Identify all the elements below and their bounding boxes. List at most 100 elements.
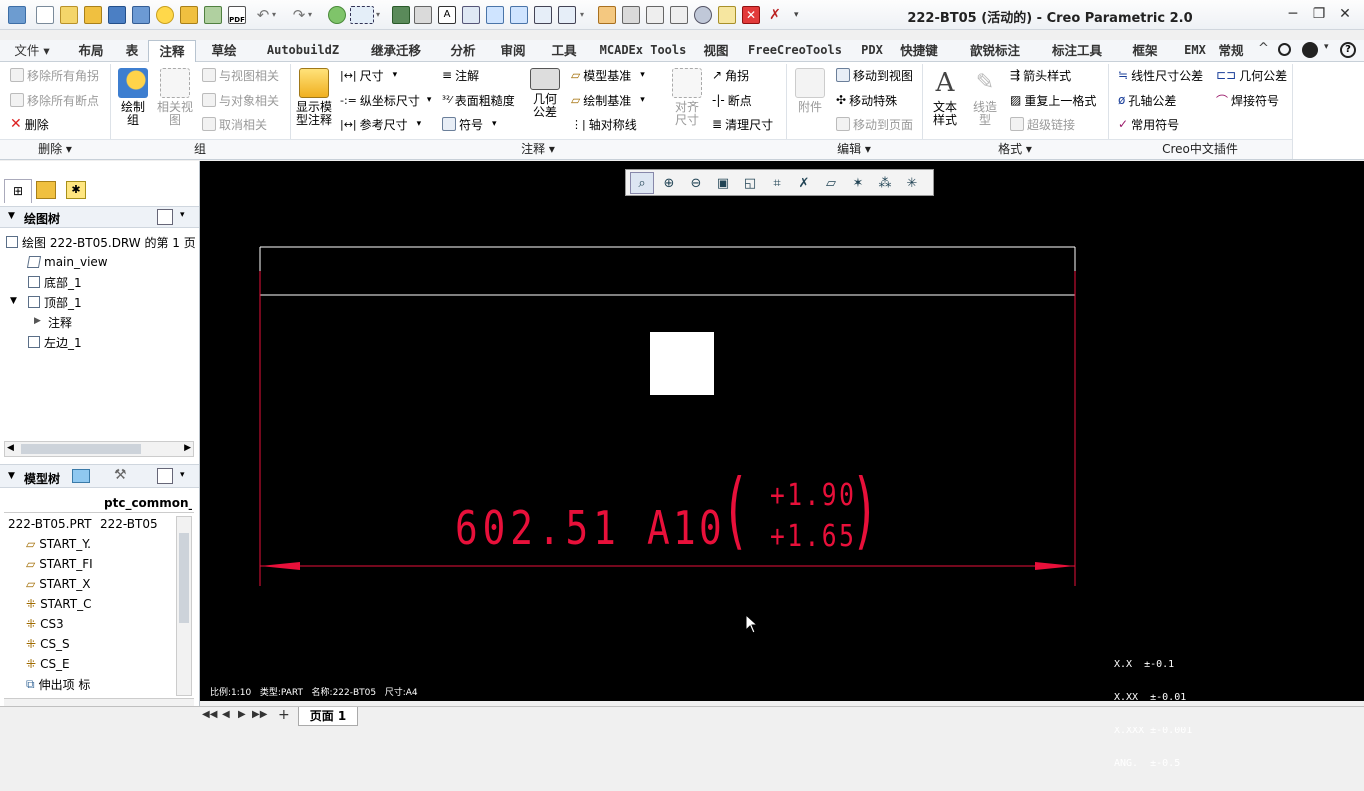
gear-wheel-icon[interactable]	[694, 6, 712, 24]
model-tree-item[interactable]: ▱ START_FI	[26, 555, 98, 573]
drawing-tree-dropdown-icon[interactable]: ▾	[180, 210, 185, 220]
ordinate-dimension-button[interactable]: -:= 纵坐标尺寸 ▾	[340, 90, 431, 110]
note-button[interactable]: ≡ 注解	[442, 65, 479, 85]
tab-table[interactable]: 表	[118, 40, 146, 62]
pdf-icon[interactable]: PDF	[228, 6, 246, 24]
tab-mcadex[interactable]: MCADEx Tools	[590, 40, 696, 62]
customize-dropdown-icon[interactable]: ▾	[794, 6, 806, 24]
email-icon[interactable]	[718, 6, 736, 24]
hyperlink-button[interactable]: 超级链接	[1010, 114, 1075, 134]
copy-icon[interactable]	[646, 6, 664, 24]
tab-view[interactable]: 视图	[700, 40, 732, 62]
next-page-icon[interactable]: ▶	[238, 709, 246, 720]
model-datum-dropdown-icon[interactable]: ▾	[640, 70, 645, 80]
tab-freecreotools[interactable]: FreeCreoTools	[738, 40, 852, 62]
group-edit[interactable]: 编辑 ▾	[786, 139, 922, 159]
linear-tolerance-button[interactable]: ≒ 线性尺寸公差	[1118, 65, 1203, 85]
model-tree-collapse-icon[interactable]: ▼	[8, 471, 15, 481]
move-to-page-button[interactable]: 移动到页面	[836, 114, 913, 134]
scroll-thumb[interactable]	[179, 533, 189, 623]
gtol-button[interactable]: 几何 公差	[528, 68, 562, 119]
hole-tolerance-button[interactable]: ø 孔轴公差	[1118, 90, 1176, 110]
open-icon[interactable]	[84, 6, 102, 24]
tree-item-notes[interactable]: 注释	[48, 313, 72, 331]
symbol-dropdown-icon[interactable]: ▾	[492, 119, 497, 129]
line-style-button[interactable]: ✎ 线造 型	[966, 68, 1004, 127]
windows-dropdown-icon[interactable]: ▾	[580, 6, 590, 24]
new-group-icon[interactable]	[60, 6, 78, 24]
tab-frame[interactable]: 框架	[1126, 40, 1164, 62]
scroll-right-icon[interactable]: ▶	[184, 443, 191, 453]
dimension-button[interactable]: |↔| 尺寸 ▾	[340, 65, 397, 85]
unrelate-button[interactable]: 取消相关	[202, 114, 267, 134]
attach-button[interactable]: 附件	[790, 68, 830, 114]
dimension-dropdown-icon[interactable]: ▾	[393, 70, 398, 80]
model-tree-settings-icon[interactable]	[157, 468, 173, 484]
undo-icon[interactable]: ↶	[254, 6, 272, 24]
group-delete[interactable]: 删除 ▾	[0, 139, 110, 159]
expand-notes-icon[interactable]: ▶	[34, 316, 41, 326]
relate-object-button[interactable]: 与对象相关	[202, 90, 279, 110]
tab-file[interactable]: 文件 ▾	[6, 40, 58, 62]
arrow-style-button[interactable]: ⇶ 箭头样式	[1010, 65, 1071, 85]
help-icon[interactable]	[1302, 42, 1318, 58]
draw-datum-button[interactable]: ▱ 绘制基准 ▾	[571, 90, 645, 110]
model-tree-item[interactable]: ▱ START_X	[26, 575, 98, 593]
model-tree-item[interactable]: ⧉ 伸出项 标	[26, 675, 98, 693]
model-tree-root[interactable]: 222-BT05.PRT	[8, 515, 91, 533]
help-dropdown-icon[interactable]: ▾	[1324, 42, 1329, 52]
printer-icon[interactable]	[414, 6, 432, 24]
print2-icon[interactable]	[622, 6, 640, 24]
app-icon[interactable]	[8, 6, 26, 24]
tree-item-left[interactable]: 左边_1	[28, 333, 82, 351]
model-tree-tab-icon[interactable]: ⊞	[4, 179, 32, 203]
symbol-button[interactable]: 符号 ▾	[442, 114, 497, 134]
text-style-button[interactable]: A 文本 样式	[926, 68, 964, 127]
windows-icon[interactable]	[558, 6, 576, 24]
common-symbol-button[interactable]: ✓ 常用符号	[1118, 114, 1179, 134]
regenerate-icon[interactable]	[328, 6, 346, 24]
tools-icon[interactable]: ✗	[766, 6, 784, 24]
drawing-tree-collapse-icon[interactable]: ▼	[8, 211, 15, 221]
refresh-icon[interactable]	[486, 6, 504, 24]
remove-angles-button[interactable]: 移除所有角拐	[10, 65, 99, 85]
tab-autobuildz[interactable]: AutobuildZ	[254, 40, 352, 62]
weld-symbol-button[interactable]: ⌒ 焊接符号	[1216, 90, 1279, 110]
model-tree-item[interactable]: ⁜ CS3	[26, 615, 64, 633]
export-icon[interactable]	[204, 6, 222, 24]
align-dimensions-button[interactable]: 对齐 尺寸	[668, 68, 706, 127]
corner-button[interactable]: ↗ 角拐	[712, 65, 749, 85]
table-icon[interactable]	[462, 6, 480, 24]
move-special-button[interactable]: ✣ 移动特殊	[836, 90, 897, 110]
group-format[interactable]: 格式 ▾	[922, 139, 1108, 159]
draw-datum-dropdown-icon[interactable]: ▾	[640, 95, 645, 105]
redo-dropdown-icon[interactable]: ▾	[308, 6, 318, 24]
tab-pdx[interactable]: PDX	[856, 40, 888, 62]
folder-browser-tab-icon[interactable]	[36, 181, 56, 199]
move-to-view-button[interactable]: 移动到视图	[836, 65, 913, 85]
graphics-window[interactable]: ⌕ ⊕ ⊖ ▣ ◱ ⌗ ✗ ▱ ✶ ⁂ ✳ 602.51 A10 ( +1.90…	[200, 161, 1364, 769]
drawing-tree-settings-icon[interactable]	[157, 209, 173, 225]
axis-symmetry-button[interactable]: ⋮| 轴对称线	[571, 114, 637, 134]
print-icon[interactable]	[392, 6, 410, 24]
tab-emx[interactable]: EMX	[1180, 40, 1210, 62]
ordinate-dropdown-icon[interactable]: ▾	[427, 95, 432, 105]
scroll-thumb[interactable]	[21, 444, 141, 454]
tab-tools[interactable]: 工具	[542, 40, 586, 62]
paste-icon[interactable]	[670, 6, 688, 24]
repeat-format-button[interactable]: ▨ 重复上一格式	[1010, 90, 1096, 110]
save-icon[interactable]	[108, 6, 126, 24]
tab-inherit[interactable]: 继承迁移	[358, 40, 434, 62]
close-button[interactable]: ✕	[1334, 4, 1356, 24]
cleanup-dimensions-button[interactable]: ≣ 清理尺寸	[712, 114, 773, 134]
smile-icon[interactable]	[156, 6, 174, 24]
scroll-left-icon[interactable]: ◀	[7, 443, 14, 453]
tree-item-top[interactable]: 顶部_1	[28, 293, 82, 311]
breakpoint-button[interactable]: -|- 断点	[712, 90, 752, 110]
maximize-button[interactable]: ❐	[1308, 4, 1330, 24]
question-icon[interactable]: ?	[1340, 42, 1356, 58]
related-view-button[interactable]: 相关视 图	[154, 68, 196, 127]
tolerance-upper[interactable]: +1.90	[770, 478, 856, 513]
model-tree-tools-icon[interactable]: ⚒	[114, 467, 127, 483]
prev-page-icon[interactable]: ◀	[222, 709, 230, 720]
